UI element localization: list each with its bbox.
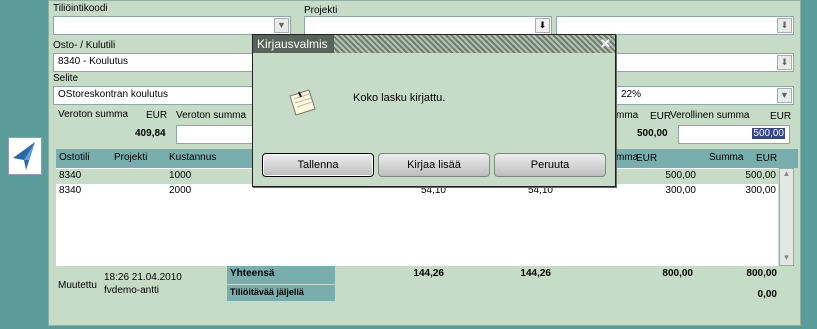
net-amount-value: 409,84 bbox=[135, 128, 166, 139]
dialog-title: Kirjausvalmis bbox=[253, 35, 334, 53]
row-cost: 2000 bbox=[169, 185, 192, 196]
row-c4: 500,00 bbox=[745, 170, 776, 181]
modified-user: fvdemo-antti bbox=[104, 285, 160, 296]
account-code-label: Tiliöintikoodi bbox=[53, 3, 108, 14]
vat-rate-value: 22% bbox=[621, 89, 642, 100]
gross-amount-field[interactable]: 500,00 bbox=[678, 125, 790, 144]
remaining-value: 0,00 bbox=[757, 289, 777, 300]
chevron-down-icon[interactable]: ▼ bbox=[274, 18, 289, 33]
vat-rate-select[interactable]: 22% ▼ bbox=[616, 86, 794, 105]
col-eur2: EUR bbox=[756, 153, 778, 164]
grid-scrollbar[interactable]: ▲ ▼ bbox=[779, 168, 794, 266]
total-value: 800,00 bbox=[662, 268, 693, 279]
col-mma: mma bbox=[616, 152, 639, 163]
download-icon[interactable]: ⬇ bbox=[777, 18, 792, 33]
row-c3: 500,00 bbox=[665, 170, 696, 181]
modified-label: Muutettu bbox=[58, 280, 97, 291]
project-field[interactable]: ⬇ bbox=[304, 16, 552, 35]
net-amount2-label: Veroton summa bbox=[176, 110, 247, 121]
row-c3: 300,00 bbox=[665, 185, 696, 196]
purchase-account-extra-field[interactable]: ⬇ bbox=[616, 53, 794, 72]
chevron-down-icon[interactable]: ▼ bbox=[777, 88, 792, 103]
col-summa: Summa bbox=[709, 152, 744, 163]
net-currency: EUR bbox=[146, 110, 168, 121]
download-icon[interactable]: ⬇ bbox=[535, 18, 550, 33]
total-label: Yhteensä bbox=[227, 266, 335, 284]
project-extra-field[interactable]: ⬇ bbox=[556, 16, 794, 35]
download-icon[interactable]: ⬇ bbox=[777, 55, 792, 70]
modified-time: 18:26 21.04.2010 bbox=[104, 272, 182, 283]
right-currency: EUR bbox=[650, 111, 672, 122]
row-account: 8340 bbox=[59, 185, 82, 196]
description-field[interactable]: OStoreskontran koulutus bbox=[53, 86, 253, 105]
total-value: 144,26 bbox=[413, 268, 444, 279]
post-more-button[interactable]: Kirjaa lisää bbox=[378, 153, 490, 177]
col-projekti: Projekti bbox=[114, 152, 148, 163]
account-code-field[interactable]: ▼ bbox=[53, 16, 291, 35]
dialog-message: Koko lasku kirjattu. bbox=[353, 92, 446, 104]
row-c4: 300,00 bbox=[745, 185, 776, 196]
app-logo bbox=[8, 137, 42, 175]
row-cost: 1000 bbox=[169, 170, 192, 181]
total-value: 144,26 bbox=[520, 268, 551, 279]
save-button[interactable]: Tallenna bbox=[262, 153, 374, 177]
gross-amount-label: Verollinen summa bbox=[670, 110, 750, 121]
purchase-account-label: Osto- / Kulutili bbox=[53, 40, 116, 51]
close-icon[interactable]: ✕ bbox=[600, 36, 611, 52]
right-strip bbox=[801, 0, 817, 329]
net-amount-field[interactable] bbox=[176, 125, 254, 144]
gross-amount-value: 500,00 bbox=[752, 128, 785, 139]
row-account: 8340 bbox=[59, 170, 82, 181]
net-amount-label: Veroton summa bbox=[58, 109, 129, 120]
right-amount-value: 500,00 bbox=[637, 128, 668, 139]
note-icon bbox=[287, 87, 317, 117]
description-label: Selite bbox=[53, 73, 79, 84]
purchase-account-field[interactable]: 8340 - Koulutus bbox=[53, 53, 253, 72]
total-value: 800,00 bbox=[746, 268, 777, 279]
logo-icon bbox=[13, 142, 35, 170]
scroll-down-icon[interactable]: ▼ bbox=[780, 253, 793, 265]
col-kustannus: Kustannus bbox=[169, 152, 217, 163]
remaining-label: Tiliöitävää jäljellä bbox=[227, 285, 335, 301]
posting-complete-dialog: Kirjausvalmis ✕ Koko lasku kirjattu. Tal… bbox=[252, 34, 616, 187]
project-label: Projekti bbox=[304, 5, 338, 16]
cancel-button[interactable]: Peruuta bbox=[494, 153, 606, 177]
right-summa-label: mma bbox=[616, 110, 639, 121]
col-eur1: EUR bbox=[636, 153, 658, 164]
dialog-titlebar[interactable]: Kirjausvalmis ✕ bbox=[253, 35, 615, 53]
scroll-up-icon[interactable]: ▲ bbox=[780, 169, 793, 181]
col-ostotili: Ostotili bbox=[59, 152, 90, 163]
gross-currency: EUR bbox=[770, 111, 792, 122]
